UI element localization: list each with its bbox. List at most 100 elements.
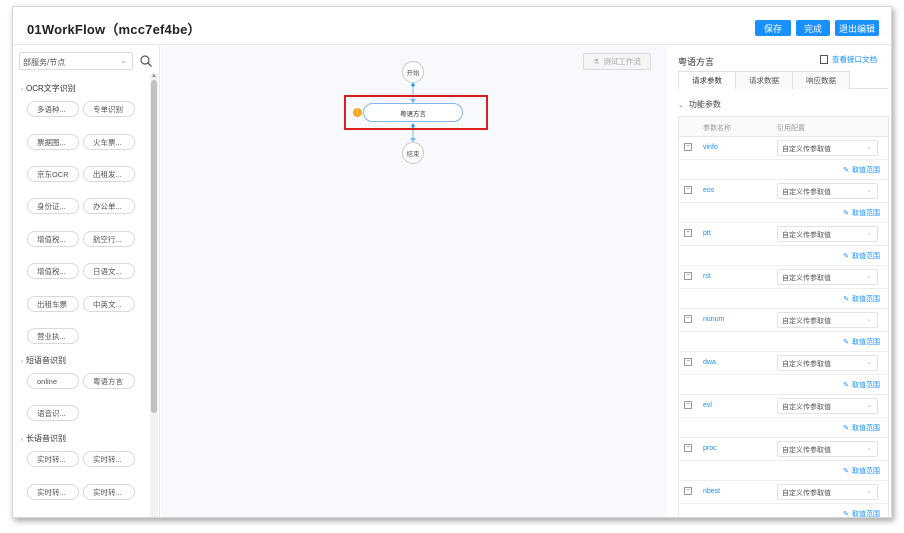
node-item[interactable]: 实时转... — [27, 484, 79, 500]
params-table: 参数名称 引用配置 − vinfo 自定义传参取值 ⌄ ✎ 取值范围 − eos 自定义传参取值… — [678, 116, 889, 518]
chevron-down-icon: ⌄ — [866, 445, 872, 452]
node-item[interactable]: 多语种... — [27, 101, 79, 117]
expand-icon[interactable]: − — [684, 143, 692, 151]
node-item[interactable]: 出租发... — [83, 166, 135, 182]
node-item[interactable]: 票据图... — [27, 134, 79, 150]
expand-icon[interactable]: − — [684, 272, 692, 280]
caret-right-icon: › — [21, 359, 23, 365]
ref-config-select[interactable]: 自定义传参取值 ⌄ — [777, 269, 878, 285]
exit-edit-button[interactable]: 退出编辑 — [835, 20, 879, 36]
param-name: proc — [703, 445, 717, 452]
range-line: ✎ 取值范围 — [679, 504, 888, 518]
ref-config-select[interactable]: 自定义传参取值 ⌄ — [777, 140, 878, 156]
node-item[interactable]: 航空行... — [83, 231, 135, 247]
expand-icon[interactable]: − — [684, 444, 692, 452]
node-item[interactable]: 实时转... — [83, 484, 135, 500]
param-line: − dwa 自定义传参取值 ⌄ — [679, 352, 888, 375]
value-range-link[interactable]: ✎ 取值范围 — [843, 165, 880, 175]
chevron-down-icon: ⌄ — [120, 56, 127, 65]
param-name: nunum — [703, 316, 725, 323]
chevron-down-icon: ⌄ — [866, 187, 872, 194]
start-node[interactable]: 开始 — [402, 61, 424, 83]
ref-config-select[interactable]: 自定义传参取值 ⌄ — [777, 441, 878, 457]
param-name: rst — [703, 273, 711, 280]
top-bar: 01WorkFlow（mcc7ef4be） 保存 完成 退出编辑 — [13, 7, 891, 45]
copy-icon — [820, 55, 828, 64]
node-item[interactable]: 增值税... — [27, 263, 79, 279]
edit-icon: ✎ — [843, 511, 849, 518]
value-range-link[interactable]: ✎ 取值范围 — [843, 423, 880, 433]
tab-request-data[interactable]: 请求数据 — [735, 71, 793, 89]
tab-request-params[interactable]: 请求参数 — [678, 71, 736, 89]
node-item[interactable]: 日语文... — [83, 263, 135, 279]
ref-config-value: 自定义传参取值 — [782, 318, 831, 325]
param-line: − vinfo 自定义传参取值 ⌄ — [679, 137, 888, 160]
tab-response-data[interactable]: 响应数据 — [792, 71, 850, 89]
edit-icon: ✎ — [843, 296, 849, 303]
node-item[interactable]: 实时转... — [83, 451, 135, 467]
expand-icon[interactable]: − — [684, 487, 692, 495]
expand-icon[interactable]: − — [684, 229, 692, 237]
view-api-doc-link[interactable]: 查看接口文档 — [820, 54, 877, 65]
end-node[interactable]: 结束 — [402, 142, 424, 164]
param-name: eos — [703, 187, 715, 194]
node-item[interactable]: 语音识... — [27, 405, 79, 421]
expand-icon[interactable]: − — [684, 315, 692, 323]
range-line: ✎ 取值范围 — [679, 332, 888, 352]
workflow-canvas[interactable]: ⚗ 测试工作流 开始 ! 粤语方言 结束 — [161, 46, 667, 517]
node-sidebar: 部服务/节点 ⌄ ▲ › OCR文字识别 多语种... 专单识别 票据图... 火… — [13, 46, 160, 517]
value-range-link[interactable]: ✎ 取值范围 — [843, 251, 880, 261]
param-tabs: 请求参数 请求数据 响应数据 — [678, 71, 888, 89]
value-range-link[interactable]: ✎ 取值范围 — [843, 337, 880, 347]
node-item[interactable]: 京东OCR — [27, 166, 79, 182]
node-item[interactable]: 中英文... — [83, 296, 135, 312]
service-node-select[interactable]: 部服务/节点 ⌄ — [19, 52, 133, 70]
node-item[interactable]: 出租车票 — [27, 296, 79, 312]
param-line: − evl 自定义传参取值 ⌄ — [679, 395, 888, 418]
node-item[interactable]: 办公单... — [83, 198, 135, 214]
ref-config-select[interactable]: 自定义传参取值 ⌄ — [777, 312, 878, 328]
table-row: − nbest 自定义传参取值 ⌄ ✎ 取值范围 — [679, 481, 888, 518]
cantonese-node[interactable]: 粤语方言 — [363, 103, 463, 122]
sidebar-scroll-thumb[interactable] — [151, 80, 157, 413]
search-icon[interactable] — [139, 54, 153, 68]
group-ocr[interactable]: › OCR文字识别 — [21, 83, 76, 94]
group-long-asr[interactable]: › 长语音识别 — [21, 433, 66, 444]
chevron-down-icon: ⌄ — [866, 273, 872, 280]
ref-config-select[interactable]: 自定义传参取值 ⌄ — [777, 398, 878, 414]
expand-icon[interactable]: − — [684, 401, 692, 409]
group-short-asr[interactable]: › 短语音识别 — [21, 355, 66, 366]
node-item[interactable]: 专单识别 — [83, 101, 135, 117]
value-range-link[interactable]: ✎ 取值范围 — [843, 466, 880, 476]
node-item[interactable]: 营业执... — [27, 328, 79, 344]
value-range-link[interactable]: ✎ 取值范围 — [843, 294, 880, 304]
chevron-down-icon: ⌄ — [866, 488, 872, 495]
range-line: ✎ 取值范围 — [679, 375, 888, 395]
scroll-up-icon[interactable]: ▲ — [151, 73, 157, 79]
save-button[interactable]: 保存 — [755, 20, 791, 36]
panel-title: 粤语方言 — [678, 57, 715, 67]
node-item[interactable]: 增值税... — [27, 231, 79, 247]
param-name: evl — [703, 402, 712, 409]
value-range-link[interactable]: ✎ 取值范围 — [843, 380, 880, 390]
expand-icon[interactable]: − — [684, 358, 692, 366]
node-item[interactable]: online — [27, 373, 79, 389]
value-range-link[interactable]: ✎ 取值范围 — [843, 208, 880, 218]
node-item[interactable]: 实时转... — [27, 451, 79, 467]
expand-icon[interactable]: − — [684, 186, 692, 194]
ref-config-select[interactable]: 自定义传参取值 ⌄ — [777, 183, 878, 199]
table-row: − rst 自定义传参取值 ⌄ ✎ 取值范围 — [679, 266, 888, 309]
value-range-link[interactable]: ✎ 取值范围 — [843, 509, 880, 518]
ref-config-select[interactable]: 自定义传参取值 ⌄ — [777, 226, 878, 242]
node-item[interactable]: 粤语方言 — [83, 373, 135, 389]
function-params-section[interactable]: ⌄ 功能参数 — [678, 99, 721, 110]
ref-config-value: 自定义传参取值 — [782, 490, 831, 497]
ref-config-select[interactable]: 自定义传参取值 ⌄ — [777, 355, 878, 371]
done-button[interactable]: 完成 — [796, 20, 830, 36]
workflow-editor-window: 01WorkFlow（mcc7ef4be） 保存 完成 退出编辑 部服务/节点 … — [12, 6, 892, 518]
edit-icon: ✎ — [843, 339, 849, 346]
node-item[interactable]: 身份证... — [27, 198, 79, 214]
node-item[interactable]: 火车票... — [83, 134, 135, 150]
chevron-down-icon: ⌄ — [866, 359, 872, 366]
ref-config-select[interactable]: 自定义传参取值 ⌄ — [777, 484, 878, 500]
